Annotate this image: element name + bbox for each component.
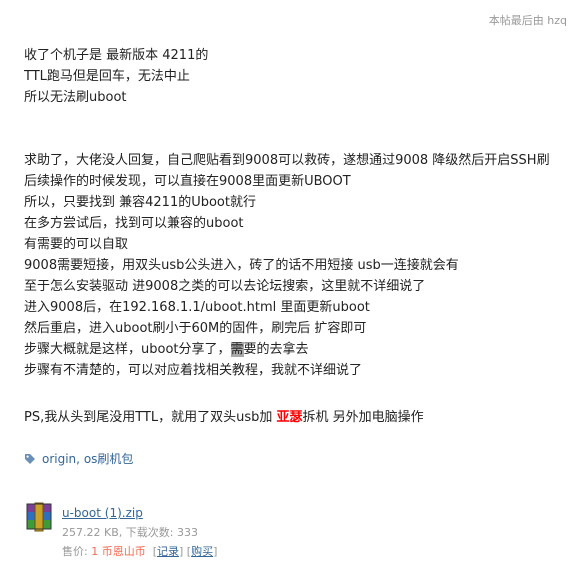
- ps-red-text: 亚瑟: [276, 410, 303, 425]
- tag-icon: [25, 454, 35, 464]
- tag-list: origin, os刷机包: [24, 450, 133, 467]
- share-text-after: 要的去拿去: [243, 342, 309, 357]
- post-line: 后续操作的时候发现，可以直接在9008里面更新UBOOT: [24, 174, 351, 189]
- post-line: 然后重启，进入uboot刷小于60M的固件，刷完后 扩容即可: [24, 321, 367, 336]
- post-line: 步骤有不清楚的，可以对应着找相关教程，我就不详细说了: [24, 363, 363, 378]
- post-line: TTL跑马但是回车，无法中止: [24, 69, 190, 84]
- post-line: 所以，只要找到 兼容4211的Uboot就行: [24, 195, 256, 210]
- tag-separator: ,: [76, 452, 84, 466]
- post-content: 收了个机子是 最新版本 4211的 TTL跑马但是回车，无法中止 所以无法刷ub…: [24, 45, 569, 428]
- buy-link[interactable]: 购买: [191, 545, 213, 558]
- last-edit-notice: 本帖最后由 hzq: [488, 14, 567, 27]
- tag-origin-link[interactable]: origin: [42, 452, 76, 466]
- attachment-price-row: 售价: 1 币恩山币 [记录] [购买]: [62, 545, 218, 558]
- post-line: 进入9008后，在192.168.1.1/uboot.html 里面更新uboo…: [24, 300, 370, 315]
- post-line: 至于怎么安装驱动 进9008之类的可以去论坛搜索，这里就不详细说了: [24, 279, 426, 294]
- ps-text-after: 拆机 另外加电脑操作: [302, 410, 424, 425]
- price-value: 1 币恩山币: [91, 545, 146, 558]
- post-line-ps: PS,我从头到尾没用TTL，就用了双头usb加 亚瑟拆机 另外加电脑操作: [24, 407, 569, 428]
- price-label: 售价:: [62, 545, 92, 558]
- attachment-info: u-boot (1).zip 257.22 KB, 下载次数: 333 售价: …: [62, 502, 217, 559]
- post-line: 所以无法刷uboot: [24, 90, 127, 105]
- tag-os-flash-link[interactable]: os刷机包: [84, 452, 134, 466]
- post-line-share: 步骤大概就是这样，uboot分享了，需要的去拿去: [24, 339, 569, 360]
- post-line: 有需要的可以自取: [24, 237, 129, 252]
- post-line: 9008需要短接，用双头usb公头进入，砖了的话不用短接 usb一连接就会有: [24, 258, 459, 273]
- post-line: 在多方尝试后，找到可以兼容的uboot: [24, 216, 244, 231]
- share-text-before: 步骤大概就是这样，uboot分享了，: [24, 342, 231, 357]
- post-line: 求助了，大佬没人回复，自己爬贴看到9008可以救砖，遂想通过9008 降级然后开…: [24, 153, 550, 168]
- purchase-record-link[interactable]: 记录: [157, 545, 179, 558]
- highlighted-text: 需: [230, 342, 244, 357]
- attachment-meta: 257.22 KB, 下载次数: 333: [62, 526, 198, 539]
- post-line: 收了个机子是 最新版本 4211的: [24, 48, 209, 63]
- attachment-download-link[interactable]: u-boot (1).zip: [62, 506, 143, 520]
- rar-archive-icon: [26, 502, 52, 532]
- ps-text-before: PS,我从头到尾没用TTL，就用了双头usb加: [24, 410, 277, 425]
